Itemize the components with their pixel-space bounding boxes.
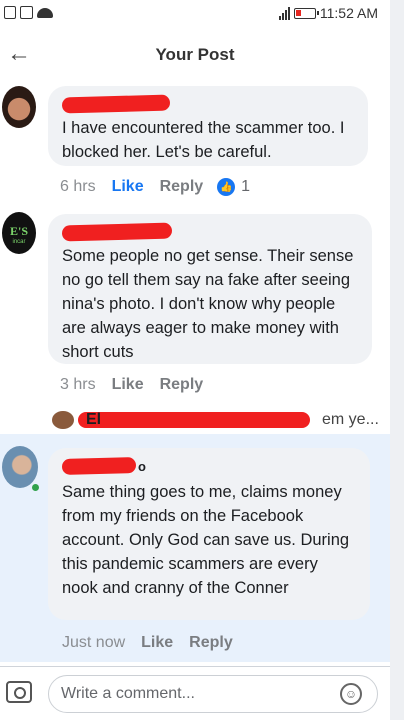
- like-button[interactable]: Like: [112, 178, 144, 196]
- thumbs-up-icon: 👍: [217, 178, 236, 196]
- comment-actions: 3 hrs Like Reply: [60, 376, 203, 394]
- redacted-author-name: [61, 457, 137, 475]
- like-button[interactable]: Like: [141, 634, 173, 652]
- cloud-icon: [37, 8, 53, 18]
- reply-snippet: em ye...: [322, 411, 379, 428]
- comment-timestamp: Just now: [62, 634, 126, 651]
- comment-bubble: I have encountered the scammer too. I bl…: [48, 86, 368, 166]
- comment-text: I have encountered the scammer too. I bl…: [62, 119, 345, 161]
- status-time: 11:52 AM: [319, 5, 378, 21]
- comment-actions: 6 hrs Like Reply 👍 1: [60, 178, 250, 196]
- redacted-author-name: [61, 222, 173, 242]
- comment-timestamp: 6 hrs: [60, 178, 96, 195]
- avatar-logo-subtext: incar: [12, 239, 26, 245]
- comment-text: Some people no get sense. Their sense no…: [62, 247, 354, 361]
- author-name-suffix: o: [138, 458, 146, 474]
- scroll-edge: [390, 0, 404, 720]
- camera-icon[interactable]: [6, 681, 32, 703]
- emoji-icon[interactable]: ☺: [340, 683, 362, 705]
- avatar[interactable]: [2, 86, 36, 128]
- signal-icon: [278, 6, 290, 20]
- comment-input[interactable]: [48, 675, 378, 713]
- like-button[interactable]: Like: [112, 376, 144, 394]
- battery-icon: [293, 7, 319, 19]
- like-count: 1: [241, 178, 251, 195]
- composer-divider: [0, 666, 390, 667]
- reply-preview[interactable]: El em ye...: [52, 408, 382, 434]
- reply-button[interactable]: Reply: [160, 178, 204, 196]
- status-bar: 11:52 AM: [0, 0, 404, 28]
- redacted-author-name: [78, 412, 310, 428]
- comment-bubble: o Same thing goes to me, claims money fr…: [48, 448, 370, 620]
- sim-icon: [4, 6, 16, 19]
- reply-author-initials: El: [86, 411, 102, 428]
- app-header: ← Your Post: [0, 32, 390, 78]
- image-icon: [20, 6, 33, 19]
- redacted-author-name: [61, 94, 171, 114]
- comment-bubble: Some people no get sense. Their sense no…: [48, 214, 372, 364]
- page-title: Your Post: [155, 45, 235, 64]
- avatar-logo-text: E'S: [9, 224, 28, 238]
- avatar: [52, 411, 74, 429]
- comment-text: Same thing goes to me, claims money from…: [62, 483, 350, 597]
- reply-button[interactable]: Reply: [189, 634, 233, 652]
- comment-timestamp: 3 hrs: [60, 376, 96, 393]
- comment-actions: Just now Like Reply: [62, 634, 233, 652]
- avatar[interactable]: E'S incar: [2, 212, 36, 254]
- reply-button[interactable]: Reply: [160, 376, 204, 394]
- online-status-icon: [30, 482, 41, 493]
